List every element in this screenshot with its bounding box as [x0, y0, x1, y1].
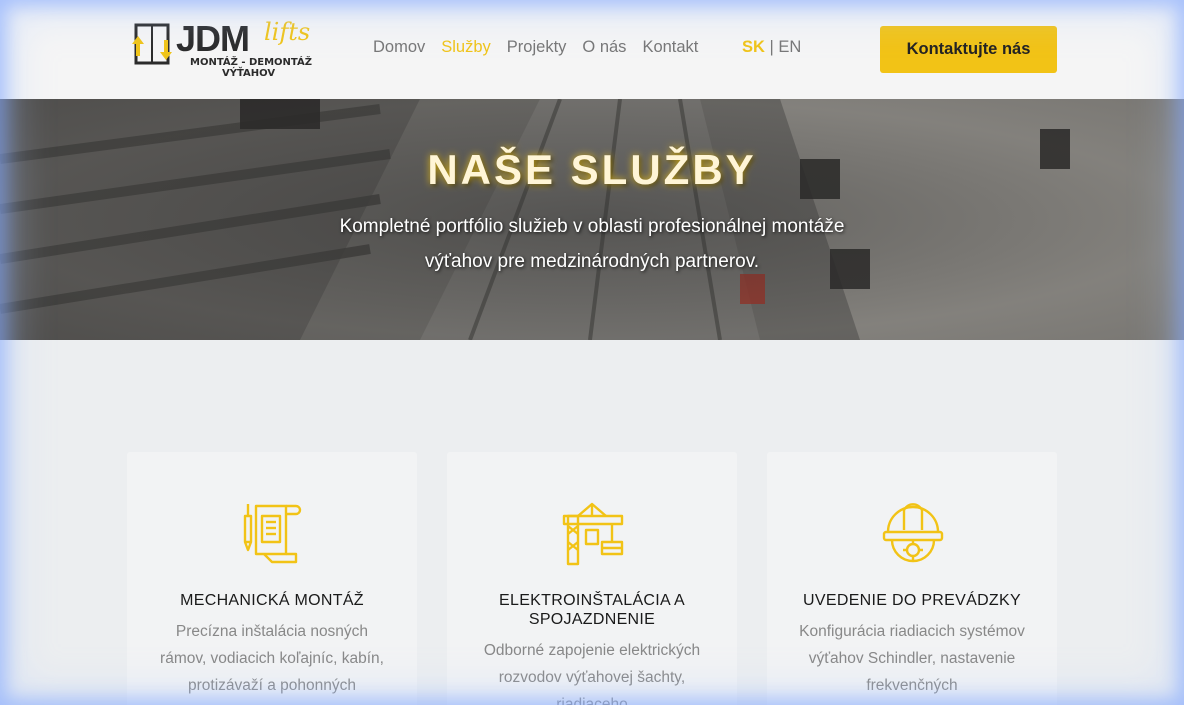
nav-item-sluzby[interactable]: Služby	[441, 38, 491, 57]
page-title: NAŠE SLUŽBY	[427, 146, 757, 193]
logo-subtitle-2: VÝŤAHOV	[222, 68, 276, 79]
logo-name: JDM	[176, 18, 250, 59]
card-title: MECHANICKÁ MONTÁŽ	[180, 592, 364, 609]
nav-item-projekty[interactable]: Projekty	[507, 38, 567, 57]
service-card-electrical: ELEKTROINŠTALÁCIA A SPOJAZDNENIE Odborné…	[447, 452, 737, 705]
card-description: Precízna inštalácia nosných rámov, vodia…	[160, 623, 384, 694]
logo-lifts: lifts	[264, 18, 311, 46]
service-card-mechanical: MECHANICKÁ MONTÁŽ Precízna inštalácia no…	[127, 452, 417, 705]
contact-us-button[interactable]: Kontaktujte nás	[880, 26, 1057, 73]
lang-sk[interactable]: SK	[742, 38, 765, 56]
elevator-logo-icon	[132, 23, 172, 65]
card-title: UVEDENIE DO PREVÁDZKY	[803, 592, 1021, 609]
language-switcher: SK | EN	[742, 38, 801, 57]
card-title: ELEKTROINŠTALÁCIA A SPOJAZDNENIE	[499, 592, 685, 628]
lang-separator: |	[769, 38, 774, 56]
nav-item-kontakt[interactable]: Kontakt	[642, 38, 698, 57]
crane-icon	[562, 502, 624, 566]
main-nav: Domov Služby Projekty O nás Kontakt	[373, 38, 698, 57]
card-description: Konfigurácia riadiacich systémov výťahov…	[799, 623, 1025, 694]
logo[interactable]: JDM lifts MONTÁŽ - DEMONTÁŽ VÝŤAHOV	[130, 18, 325, 82]
nav-item-domov[interactable]: Domov	[373, 38, 425, 57]
card-description: Odborné zapojenie elektrických rozvodov …	[483, 642, 701, 705]
site-header: JDM lifts MONTÁŽ - DEMONTÁŽ VÝŤAHOV Domo…	[0, 0, 1184, 99]
lang-en[interactable]: EN	[778, 38, 801, 56]
hero-banner: NAŠE SLUŽBY Kompletné portfólio služieb …	[0, 99, 1184, 340]
blueprint-icon	[243, 504, 302, 564]
service-card-commissioning: UVEDENIE DO PREVÁDZKY Konfigurácia riadi…	[767, 452, 1057, 705]
logo-subtitle-1: MONTÁŽ - DEMONTÁŽ	[190, 57, 312, 68]
hero-subtitle: Kompletné portfólio služieb v oblasti pr…	[339, 216, 845, 272]
nav-item-o-nas[interactable]: O nás	[582, 38, 626, 57]
hard-hat-icon	[882, 503, 944, 563]
